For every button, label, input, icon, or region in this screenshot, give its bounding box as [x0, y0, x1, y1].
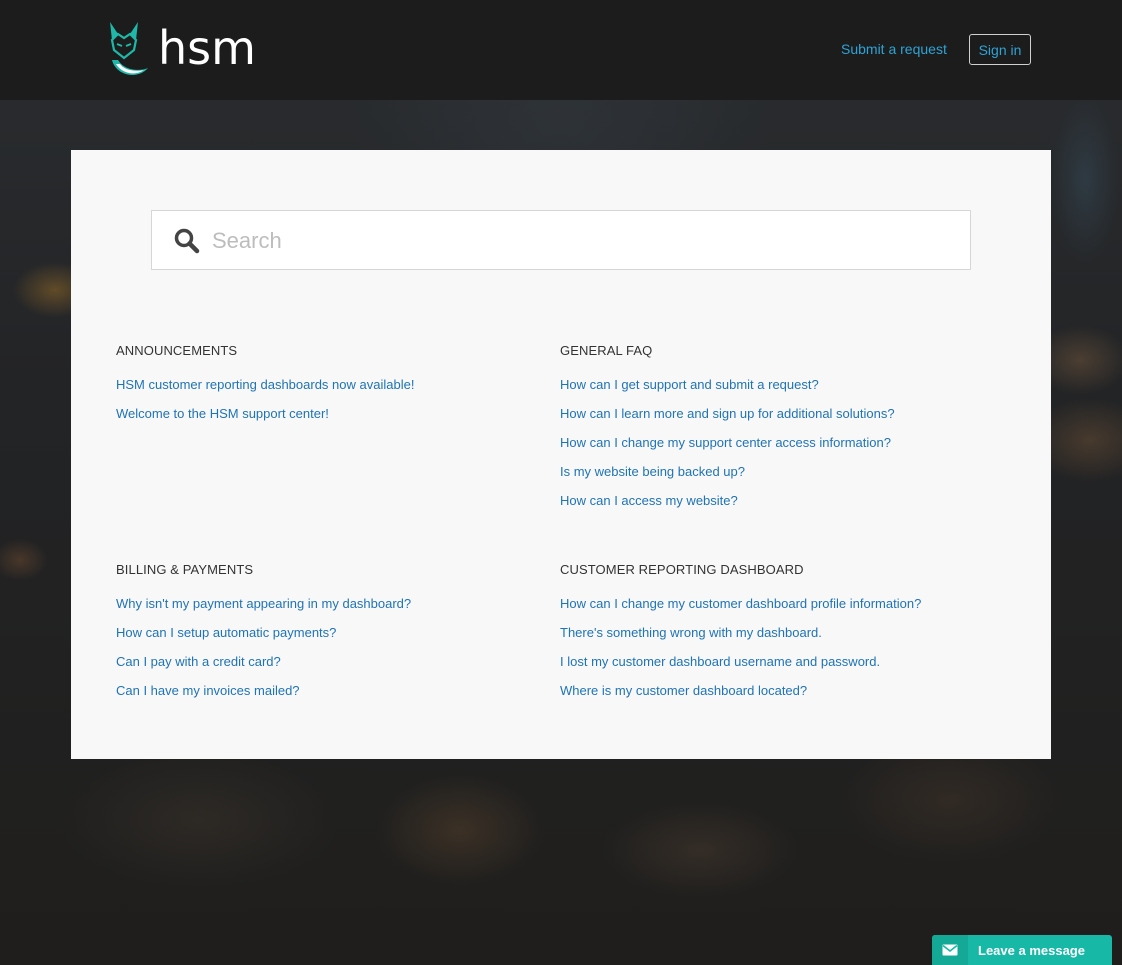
- article-list: Why isn't my payment appearing in my das…: [116, 596, 536, 712]
- article-link[interactable]: Is my website being backed up?: [560, 464, 745, 479]
- content-panel: ANNOUNCEMENTS HSM customer reporting das…: [71, 150, 1051, 759]
- article-link[interactable]: Can I have my invoices mailed?: [116, 683, 300, 698]
- article-link[interactable]: There's something wrong with my dashboar…: [560, 625, 822, 640]
- list-item: How can I get support and submit a reque…: [560, 377, 980, 406]
- list-item: How can I setup automatic payments?: [116, 625, 536, 654]
- article-link[interactable]: Where is my customer dashboard located?: [560, 683, 807, 698]
- article-link[interactable]: Why isn't my payment appearing in my das…: [116, 596, 411, 611]
- list-item: Welcome to the HSM support center!: [116, 406, 536, 435]
- list-item: Why isn't my payment appearing in my das…: [116, 596, 536, 625]
- list-item: I lost my customer dashboard username an…: [560, 654, 980, 683]
- submit-request-link[interactable]: Submit a request: [841, 41, 947, 57]
- article-link[interactable]: HSM customer reporting dashboards now av…: [116, 377, 414, 392]
- section-customer-reporting-dashboard: CUSTOMER REPORTING DASHBOARD How can I c…: [560, 561, 980, 712]
- search-icon: [174, 228, 200, 254]
- site-header: hsm Submit a request Sign in: [0, 0, 1122, 100]
- article-link[interactable]: How can I get support and submit a reque…: [560, 377, 819, 392]
- list-item: How can I change my customer dashboard p…: [560, 596, 980, 625]
- list-item: Can I pay with a credit card?: [116, 654, 536, 683]
- section-announcements: ANNOUNCEMENTS HSM customer reporting das…: [116, 342, 536, 435]
- article-link[interactable]: I lost my customer dashboard username an…: [560, 654, 880, 669]
- article-link[interactable]: Welcome to the HSM support center!: [116, 406, 329, 421]
- widget-icon-container: [932, 935, 968, 965]
- section-title[interactable]: ANNOUNCEMENTS: [116, 342, 536, 360]
- brand-name: hsm: [158, 21, 256, 75]
- section-title[interactable]: CUSTOMER REPORTING DASHBOARD: [560, 561, 980, 579]
- list-item: There's something wrong with my dashboar…: [560, 625, 980, 654]
- article-list: How can I change my customer dashboard p…: [560, 596, 980, 712]
- search-box[interactable]: [151, 210, 971, 270]
- logo[interactable]: hsm: [108, 20, 256, 80]
- article-list: HSM customer reporting dashboards now av…: [116, 377, 536, 435]
- list-item: Is my website being backed up?: [560, 464, 980, 493]
- list-item: HSM customer reporting dashboards now av…: [116, 377, 536, 406]
- section-billing-payments: BILLING & PAYMENTS Why isn't my payment …: [116, 561, 536, 712]
- envelope-icon: [942, 944, 958, 956]
- article-list: How can I get support and submit a reque…: [560, 377, 980, 522]
- article-link[interactable]: Can I pay with a credit card?: [116, 654, 281, 669]
- article-link[interactable]: How can I learn more and sign up for add…: [560, 406, 895, 421]
- article-link[interactable]: How can I access my website?: [560, 493, 738, 508]
- list-item: Where is my customer dashboard located?: [560, 683, 980, 712]
- section-title[interactable]: BILLING & PAYMENTS: [116, 561, 536, 579]
- leave-message-widget[interactable]: Leave a message: [932, 935, 1112, 965]
- section-general-faq: GENERAL FAQ How can I get support and su…: [560, 342, 980, 522]
- widget-label: Leave a message: [978, 942, 1085, 958]
- article-link[interactable]: How can I change my support center acces…: [560, 435, 891, 450]
- search-input[interactable]: [210, 221, 954, 261]
- list-item: Can I have my invoices mailed?: [116, 683, 536, 712]
- fox-logo-icon: [110, 22, 148, 75]
- section-title[interactable]: GENERAL FAQ: [560, 342, 980, 360]
- list-item: How can I change my support center acces…: [560, 435, 980, 464]
- sign-in-button[interactable]: Sign in: [969, 34, 1031, 65]
- list-item: How can I learn more and sign up for add…: [560, 406, 980, 435]
- list-item: How can I access my website?: [560, 493, 980, 522]
- article-link[interactable]: How can I setup automatic payments?: [116, 625, 336, 640]
- article-link[interactable]: How can I change my customer dashboard p…: [560, 596, 921, 611]
